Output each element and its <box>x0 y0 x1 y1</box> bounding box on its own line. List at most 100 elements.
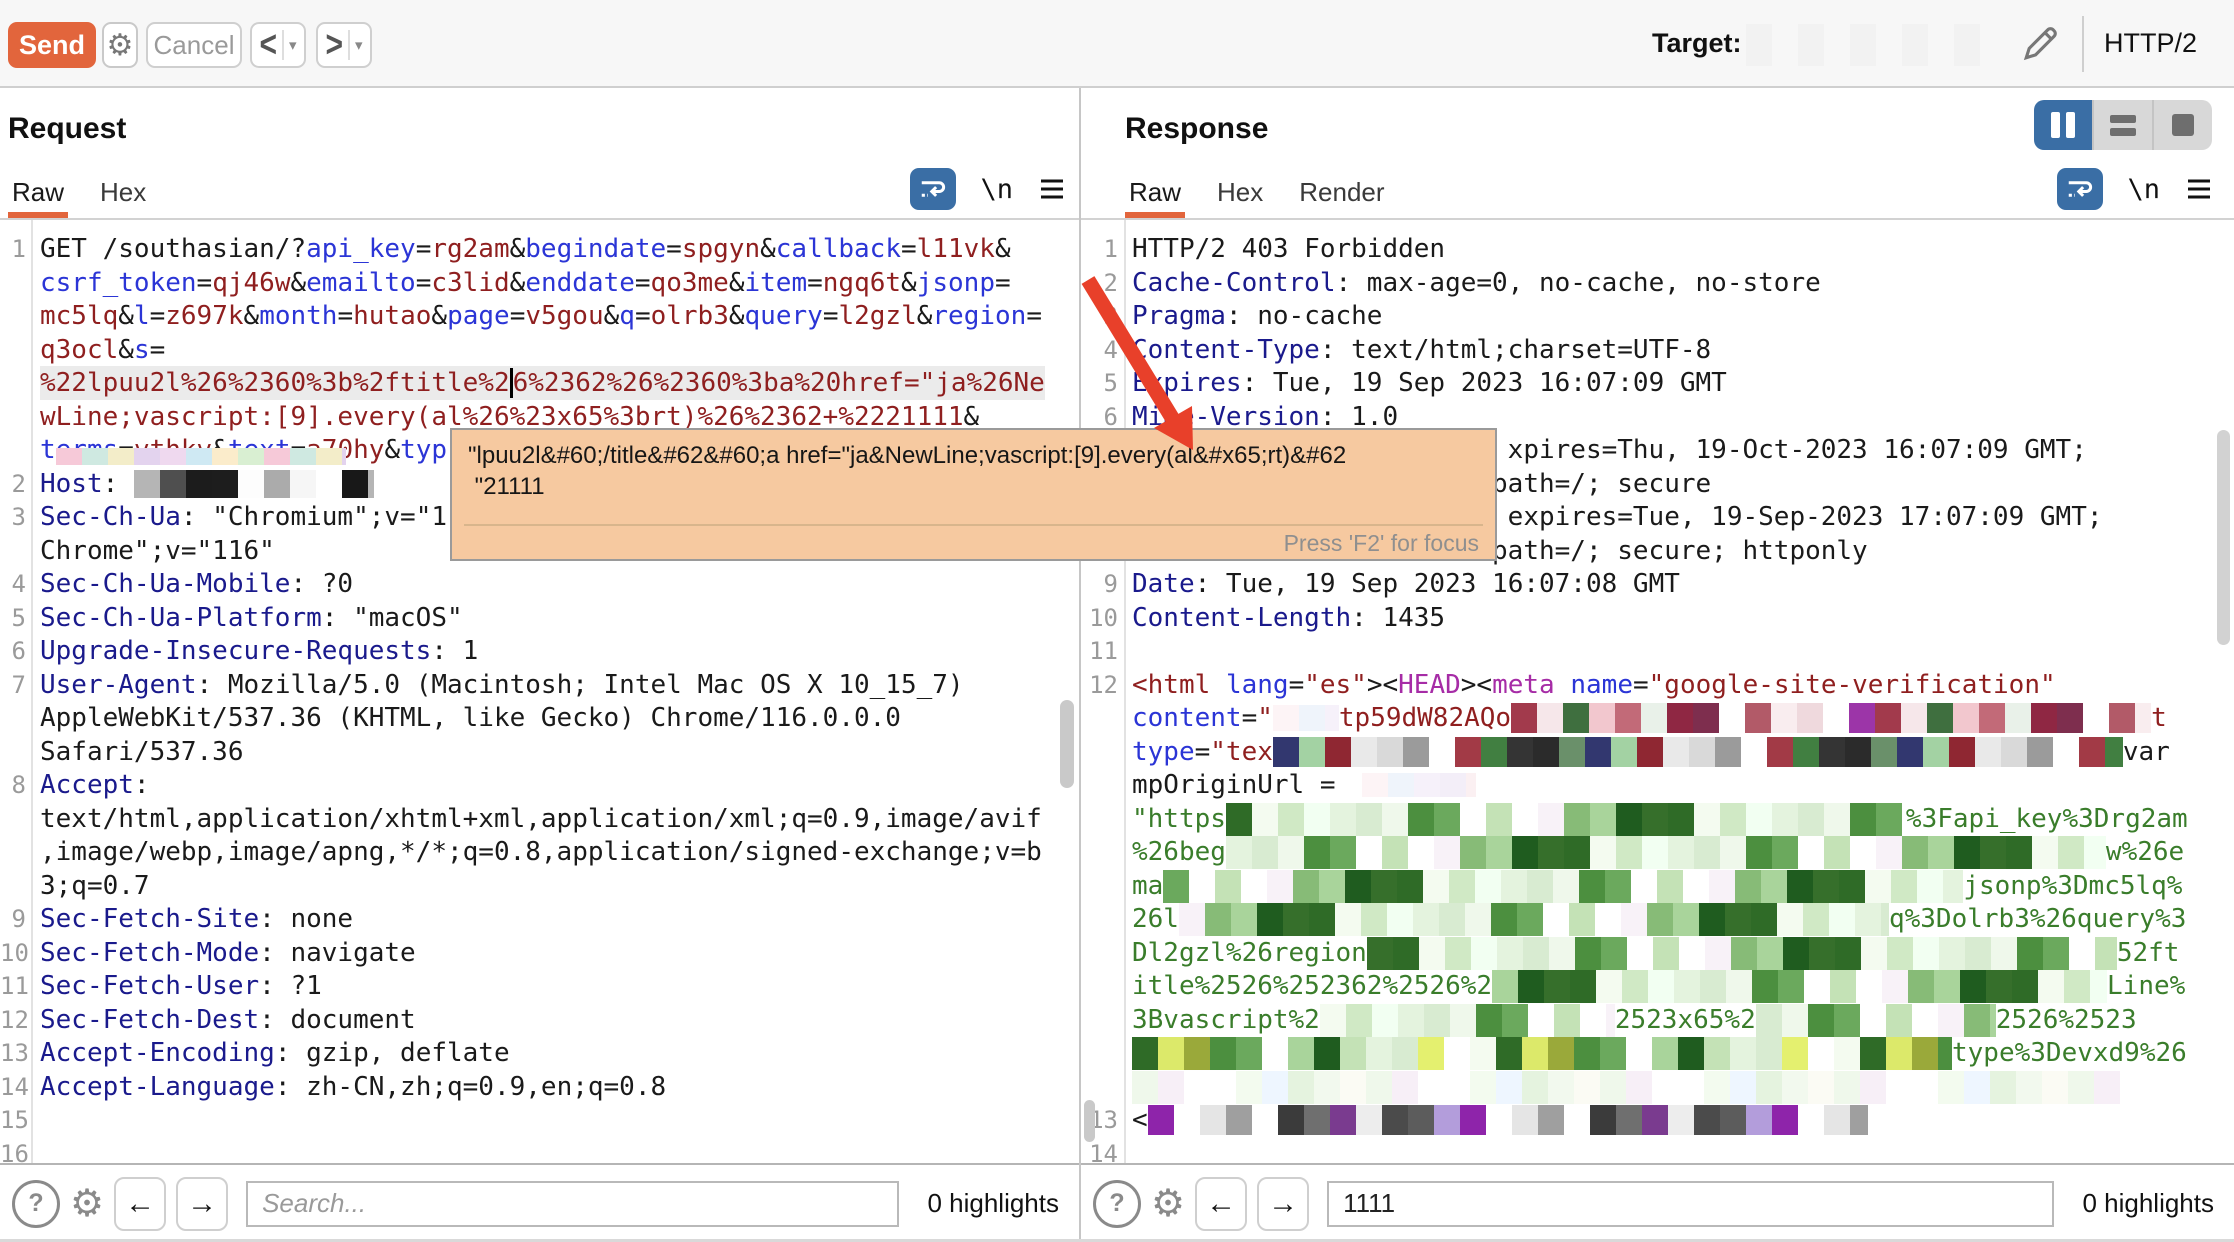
request-editor-row[interactable]: 13Accept-Encoding: gzip, deflate <box>0 1036 1079 1070</box>
response-editor-row[interactable]: 1HTTP/2 403 Forbidden <box>1081 232 2234 266</box>
response-editor-row[interactable]: type="texvar <box>1081 735 2234 769</box>
response-editor-row[interactable]: 11 <box>1081 634 2234 668</box>
layout-columns-button[interactable] <box>2034 100 2092 150</box>
response-header: Response RawHexRender \n <box>1081 88 2234 220</box>
send-settings-gear-icon[interactable]: ⚙ <box>102 22 138 68</box>
request-editor-row[interactable]: q3ocl&s= <box>0 333 1079 367</box>
response-search-input[interactable] <box>1327 1181 2054 1227</box>
show-newlines-toggle[interactable]: \n <box>980 174 1013 205</box>
cancel-button[interactable]: Cancel <box>146 22 242 68</box>
response-editor-row[interactable]: majsonp%3Dmc5lq% <box>1081 869 2234 903</box>
edit-target-pencil-icon[interactable] <box>2018 22 2062 66</box>
response-editor-row[interactable] <box>1081 1070 2234 1104</box>
search-settings-gear-icon[interactable]: ⚙ <box>70 1185 104 1223</box>
request-editor-row[interactable]: 1GET /southasian/?api_key=rg2am&begindat… <box>0 232 1079 266</box>
response-editor-row[interactable]: Dl2gzl%26region52ft <box>1081 936 2234 970</box>
search-next-button[interactable]: → <box>176 1177 228 1231</box>
request-editor-row[interactable]: csrf_token=qj46w&emailto=c3lid&enddate=q… <box>0 266 1079 300</box>
response-editor-row[interactable]: content="tp59dW82AQot <box>1081 701 2234 735</box>
response-editor-row[interactable]: "https%3Fapi_key%3Drg2am <box>1081 802 2234 836</box>
back-dropdown-caret-icon[interactable]: ▾ <box>289 36 297 54</box>
request-editor-row[interactable]: mc5lq&l=z697k&month=hutao&page=v5gou&q=o… <box>0 299 1079 333</box>
response-editor-row[interactable]: 10Content-Length: 1435 <box>1081 601 2234 635</box>
line-number: 13 <box>0 1036 26 1070</box>
red-annotation-arrow <box>1055 255 1225 475</box>
tab-hex[interactable]: Hex <box>1213 177 1267 218</box>
request-editor-row[interactable]: 5Sec-Ch-Ua-Platform: "macOS" <box>0 601 1079 635</box>
request-editor-row[interactable]: 3;q=0.7 <box>0 869 1079 903</box>
send-button[interactable]: Send <box>8 22 96 68</box>
search-help-icon[interactable]: ? <box>12 1180 60 1228</box>
button-divider <box>348 30 350 60</box>
search-prev-button[interactable]: ← <box>1195 1177 1247 1231</box>
line-number: 11 <box>0 969 26 1003</box>
response-editor-row[interactable]: 5Expires: Tue, 19 Sep 2023 16:07:09 GMT <box>1081 366 2234 400</box>
tab-hex[interactable]: Hex <box>96 177 150 218</box>
search-prev-button[interactable]: ← <box>114 1177 166 1231</box>
layout-toggle-group <box>2034 100 2212 150</box>
redacted-pixelation <box>1273 705 1339 731</box>
search-settings-gear-icon[interactable]: ⚙ <box>1151 1185 1185 1223</box>
response-editor-row[interactable]: mpOriginUrl = <box>1081 768 2234 802</box>
editor-menu-icon[interactable] <box>2184 176 2214 202</box>
toolbar-divider <box>2082 16 2084 72</box>
response-editor-row[interactable]: 2Cache-Control: max-age=0, no-cache, no-… <box>1081 266 2234 300</box>
request-editor-row[interactable]: %22lpuu2l%26%2360%3b%2ftitle%26%2362%26%… <box>0 366 1079 400</box>
tab-render[interactable]: Render <box>1295 177 1388 218</box>
forward-button[interactable]: > ▾ <box>316 22 372 68</box>
button-divider <box>282 30 284 60</box>
redacted-pixelation <box>1367 937 2117 970</box>
request-editor-row[interactable]: 7User-Agent: Mozilla/5.0 (Macintosh; Int… <box>0 668 1079 702</box>
response-editor-row[interactable]: type%3Devxd9%26 <box>1081 1036 2234 1070</box>
request-editor-row[interactable]: 6Upgrade-Insecure-Requests: 1 <box>0 634 1079 668</box>
request-scrollbar[interactable] <box>1060 700 1074 788</box>
editor-menu-icon[interactable] <box>1037 176 1067 202</box>
layout-single-button[interactable] <box>2152 100 2212 150</box>
response-editor-row[interactable]: 12<html lang="es"><HEAD><meta name="goog… <box>1081 668 2234 702</box>
request-editor-row[interactable]: 16 <box>0 1137 1079 1163</box>
word-wrap-toggle-button[interactable] <box>910 168 956 210</box>
request-editor-row[interactable]: ,image/webp,image/apng,*/*;q=0.8,applica… <box>0 835 1079 869</box>
request-pane: Request RawHex \n 1GET /southasian/?api_… <box>0 88 1079 1242</box>
response-editor-row[interactable]: 3Bvascript%22523x65%22526%2523 <box>1081 1003 2234 1037</box>
request-editor-row[interactable]: 4Sec-Ch-Ua-Mobile: ?0 <box>0 567 1079 601</box>
response-left-scrollbar[interactable] <box>1084 1100 1095 1142</box>
search-help-icon[interactable]: ? <box>1093 1180 1141 1228</box>
redacted-pixelation <box>1511 703 2151 733</box>
response-editor-row[interactable]: %26begw%26e <box>1081 835 2234 869</box>
request-search-input[interactable] <box>246 1181 899 1227</box>
word-wrap-toggle-button[interactable] <box>2057 168 2103 210</box>
show-newlines-toggle[interactable]: \n <box>2127 174 2160 205</box>
back-button[interactable]: < ▾ <box>250 22 306 68</box>
response-editor-row[interactable]: 14 <box>1081 1137 2234 1163</box>
response-editor-row[interactable]: 3Pragma: no-cache <box>1081 299 2234 333</box>
request-editor-row[interactable]: 11Sec-Fetch-User: ?1 <box>0 969 1079 1003</box>
redacted-pixelation <box>1336 773 1476 797</box>
response-editor[interactable]: 1HTTP/2 403 Forbidden2Cache-Control: max… <box>1081 220 2234 1163</box>
line-number: 9 <box>1081 567 1118 601</box>
response-editor-row[interactable]: 4Content-Type: text/html;charset=UTF-8 <box>1081 333 2234 367</box>
request-editor-row[interactable]: Safari/537.36 <box>0 735 1079 769</box>
response-editor-row[interactable]: 26lq%3Dolrb3%26query%3 <box>1081 902 2234 936</box>
response-editor-row[interactable]: itle%2526%252362%2526%2Line% <box>1081 969 2234 1003</box>
forward-chevron-icon: > <box>325 24 343 67</box>
tab-raw[interactable]: Raw <box>1125 177 1185 218</box>
tab-raw[interactable]: Raw <box>8 177 68 218</box>
request-editor[interactable]: 1GET /southasian/?api_key=rg2am&begindat… <box>0 220 1079 1163</box>
request-editor-row[interactable]: 8Accept: <box>0 768 1079 802</box>
line-number: 11 <box>1081 634 1118 668</box>
request-editor-row[interactable]: text/html,application/xhtml+xml,applicat… <box>0 802 1079 836</box>
forward-dropdown-caret-icon[interactable]: ▾ <box>355 36 363 54</box>
response-editor-row[interactable]: 9Date: Tue, 19 Sep 2023 16:07:08 GMT <box>1081 567 2234 601</box>
line-number: 2 <box>0 467 26 501</box>
request-editor-row[interactable]: AppleWebKit/537.36 (KHTML, like Gecko) C… <box>0 701 1079 735</box>
request-editor-row[interactable]: 14Accept-Language: zh-CN,zh;q=0.9,en;q=0… <box>0 1070 1079 1104</box>
response-scrollbar[interactable] <box>2217 430 2230 645</box>
request-editor-row[interactable]: 10Sec-Fetch-Mode: navigate <box>0 936 1079 970</box>
request-editor-row[interactable]: 12Sec-Fetch-Dest: document <box>0 1003 1079 1037</box>
response-editor-row[interactable]: 13< <box>1081 1103 2234 1137</box>
search-next-button[interactable]: → <box>1257 1177 1309 1231</box>
request-editor-row[interactable]: 9Sec-Fetch-Site: none <box>0 902 1079 936</box>
layout-rows-button[interactable] <box>2092 100 2152 150</box>
request-editor-row[interactable]: 15 <box>0 1103 1079 1137</box>
